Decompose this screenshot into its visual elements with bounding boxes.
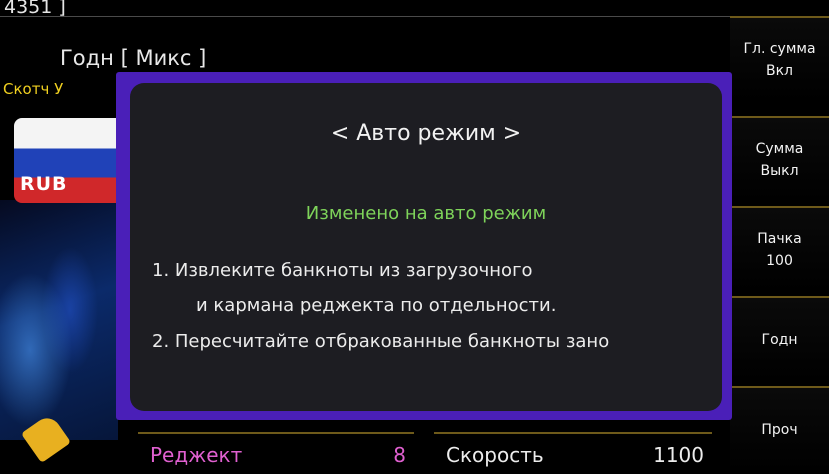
batch-button[interactable]: Пачка 100	[730, 206, 829, 291]
note-counter: 4351 ]	[4, 0, 66, 18]
total-sum-label: Гл. сумма	[743, 40, 816, 57]
mode-indicator: Годн [ Микс ]	[60, 46, 207, 70]
reject-counter: Реджект 8	[138, 432, 414, 474]
currency-code: RUB	[20, 173, 68, 195]
instruction-line-1: 1. Извлеките банкноты из загрузочного	[152, 260, 533, 281]
other-label: Проч	[761, 421, 798, 438]
other-button[interactable]: Проч	[730, 386, 829, 471]
instruction-line-2: и кармана реджекта по отдельности.	[196, 295, 557, 316]
top-divider	[0, 0, 730, 17]
batch-value: 100	[766, 252, 793, 269]
scotch-label: Скотч У	[3, 80, 64, 98]
background-swirl	[0, 200, 118, 440]
speed-indicator: Скорость 1100	[434, 432, 712, 474]
function-sidebar: Гл. сумма Вкл Сумма Выкл Пачка 100 Годн …	[730, 16, 829, 472]
sum-label: Сумма	[755, 140, 804, 157]
total-sum-button[interactable]: Гл. сумма Вкл	[730, 16, 829, 101]
fit-label: Годн	[761, 331, 798, 348]
fit-button[interactable]: Годн	[730, 296, 829, 381]
dialog-status: Изменено на авто режим	[305, 203, 547, 224]
total-sum-value: Вкл	[765, 62, 793, 79]
speed-label: Скорость	[446, 443, 544, 467]
reject-label: Реджект	[150, 443, 243, 467]
reject-value: 8	[393, 443, 406, 467]
instruction-line-3: 2. Пересчитайте отбракованные банкноты з…	[152, 331, 610, 352]
sum-value: Выкл	[760, 162, 799, 179]
auto-mode-dialog: < Авто режим > Изменено на авто режим 1.…	[130, 83, 722, 411]
batch-label: Пачка	[757, 230, 802, 247]
dialog-title: < Авто режим >	[330, 121, 522, 146]
speed-value: 1100	[653, 443, 704, 467]
sum-button[interactable]: Сумма Выкл	[730, 116, 829, 201]
